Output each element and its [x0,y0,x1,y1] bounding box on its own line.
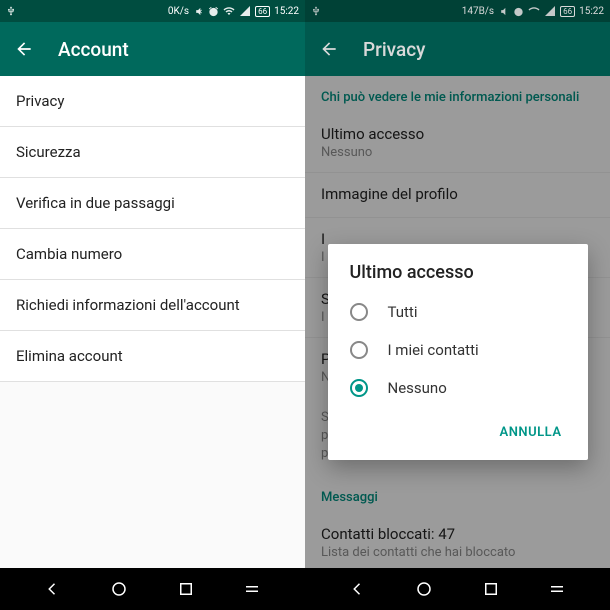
cancel-button[interactable]: ANNULLA [490,417,572,448]
alarm-icon [208,6,219,17]
appbar: Account [0,22,305,76]
dialog-title: Ultimo accesso [328,262,588,293]
mute-icon [498,6,509,17]
statusbar: 0K/s 66 15:22 [0,0,305,22]
back-icon[interactable] [319,39,339,59]
item-two-step[interactable]: Verifica in due passaggi [0,178,305,229]
radio-icon-checked [350,379,368,397]
navbar [305,568,610,610]
nav-home[interactable] [108,578,130,600]
item-request-info[interactable]: Richiedi informazioni dell'account [0,280,305,331]
battery-label: 66 [255,6,270,17]
mute-icon [193,6,204,17]
nav-recent[interactable] [480,578,502,600]
signal-icon [544,5,556,17]
statusbar: 147B/s 66 15:22 [305,0,610,22]
usb-icon [6,6,16,16]
appbar: Privacy [305,22,610,76]
last-seen-dialog: Ultimo accesso Tutti I miei contatti Nes… [328,244,588,460]
wifi-icon [223,5,235,17]
option-nobody[interactable]: Nessuno [328,369,588,407]
navbar [0,568,305,610]
nav-home[interactable] [413,578,435,600]
time-label: 15:22 [579,6,604,17]
radio-icon [350,341,368,359]
nav-back[interactable] [42,578,64,600]
item-privacy[interactable]: Privacy [0,76,305,127]
nav-back[interactable] [347,578,369,600]
item-security[interactable]: Sicurezza [0,127,305,178]
page-title: Account [58,38,129,61]
dialog-overlay[interactable]: Ultimo accesso Tutti I miei contatti Nes… [305,76,610,568]
battery-label: 66 [560,6,575,17]
privacy-content: Chi può vedere le mie informazioni perso… [305,76,610,568]
nav-recent[interactable] [175,578,197,600]
time-label: 15:22 [274,6,299,17]
alarm-icon [513,6,524,17]
wifi-icon [528,5,540,17]
speed-label: 0K/s [168,6,189,17]
account-list: Privacy Sicurezza Verifica in due passag… [0,76,305,568]
item-change-number[interactable]: Cambia numero [0,229,305,280]
nav-menu[interactable] [241,578,263,600]
option-everyone[interactable]: Tutti [328,293,588,331]
speed-label: 147B/s [462,6,494,17]
back-icon[interactable] [14,39,34,59]
nav-menu[interactable] [546,578,568,600]
usb-icon [311,6,321,16]
option-contacts[interactable]: I miei contatti [328,331,588,369]
signal-icon [239,5,251,17]
page-title: Privacy [363,38,425,61]
phone-left: 0K/s 66 15:22 Account Privacy Sicurezza … [0,0,305,610]
item-delete-account[interactable]: Elimina account [0,331,305,382]
radio-icon [350,303,368,321]
phone-right: 147B/s 66 15:22 Privacy Chi può vedere l… [305,0,610,610]
